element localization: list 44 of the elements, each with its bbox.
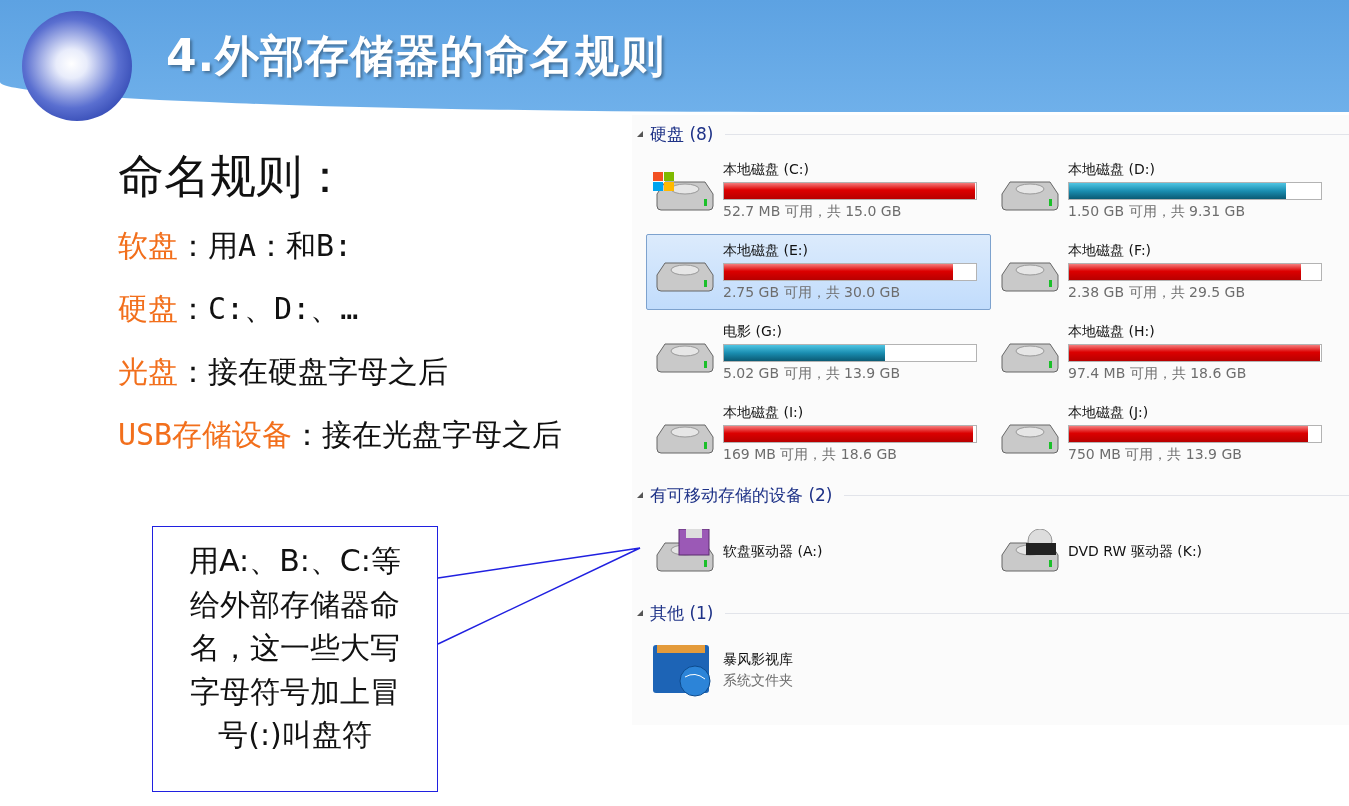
drive-item[interactable]: 软盘驱动器 (A:) [646,514,991,590]
drive-info: 5.02 GB 可用，共 13.9 GB [723,365,902,383]
slide-title: 4.外部存储器的命名规则 [166,28,666,83]
rule-text: 硬盘：C:、D:、… [118,290,360,328]
drive-info: 2.75 GB 可用，共 30.0 GB [723,284,902,302]
drive-name: 本地磁盘 (F:) [1068,242,1153,260]
drive-name: 电影 (G:) [723,323,783,341]
drive-info: 系统文件夹 [723,671,794,690]
drive-info: 97.4 MB 可用，共 18.6 GB [1068,365,1248,383]
drive-name: 本地磁盘 (D:) [1068,161,1156,179]
rules-heading: 命名规则： [118,148,349,205]
drive-name: 本地磁盘 (H:) [1068,323,1156,341]
drive-item[interactable]: DVD RW 驱动器 (K:) [991,514,1336,590]
drive-item[interactable]: 本地磁盘 (D:) 1.50 GB 可用，共 9.31 GB [991,153,1336,229]
drive-item[interactable]: 暴风影视库 系统文件夹 [646,632,991,708]
drive-info: 169 MB 可用，共 18.6 GB [723,446,898,464]
drive-name: 本地磁盘 (I:) [723,404,805,422]
drive-name: 软盘驱动器 (A:) [723,543,824,561]
rule-text: 光盘：接在硬盘字母之后 [118,353,449,391]
callout-box: 用A:、B:、C:等给外部存储器命名，这一些大写字母符号加上冒号(:)叫盘符 [152,526,438,792]
drive-item[interactable]: 本地磁盘 (F:) 2.38 GB 可用，共 29.5 GB [991,234,1336,310]
rule-text: 软盘：用A：和B: [118,227,354,265]
rule-text: USB存储设备：接在光盘字母之后 [118,416,564,454]
drive-item[interactable]: 电影 (G:) 5.02 GB 可用，共 13.9 GB [646,315,991,391]
drive-item[interactable]: 本地磁盘 (H:) 97.4 MB 可用，共 18.6 GB [991,315,1336,391]
collapse-arrow-icon[interactable] [636,130,644,138]
drive-item[interactable]: 本地磁盘 (C:) 52.7 MB 可用，共 15.0 GB [646,153,991,229]
collapse-arrow-icon[interactable] [636,491,644,499]
collapse-arrow-icon[interactable] [636,609,644,617]
drive-info: 52.7 MB 可用，共 15.0 GB [723,203,903,221]
drive-item[interactable]: 本地磁盘 (I:) 169 MB 可用，共 18.6 GB [646,396,991,472]
drive-item[interactable]: 本地磁盘 (J:) 750 MB 可用，共 13.9 GB [991,396,1336,472]
drive-name: 暴风影视库 [723,650,794,669]
group-heading: 硬盘 (8) [650,122,714,146]
drive-info: 750 MB 可用，共 13.9 GB [1068,446,1243,464]
group-heading: 其他 (1) [650,601,714,625]
group-heading: 有可移动存储的设备 (2) [650,483,833,507]
drive-name: 本地磁盘 (J:) [1068,404,1150,422]
drive-name: 本地磁盘 (E:) [723,242,809,260]
drive-name: DVD RW 驱动器 (K:) [1068,543,1204,561]
drive-info: 1.50 GB 可用，共 9.31 GB [1068,203,1247,221]
drive-item[interactable]: 本地磁盘 (E:) 2.75 GB 可用，共 30.0 GB [646,234,991,310]
drive-info: 2.38 GB 可用，共 29.5 GB [1068,284,1247,302]
drive-name: 本地磁盘 (C:) [723,161,810,179]
